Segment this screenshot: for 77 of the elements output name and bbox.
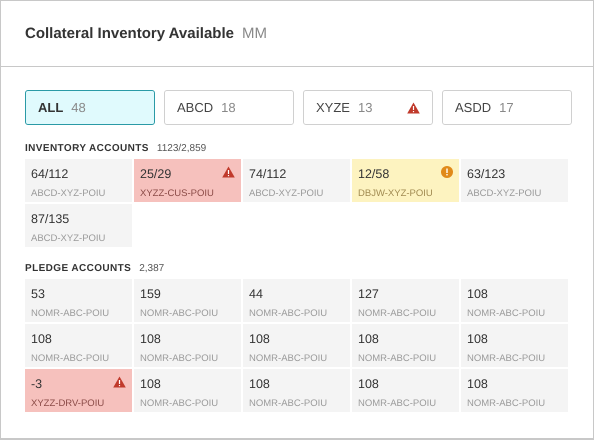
account-tile[interactable]: 108 NOMR-ABC-POIU bbox=[134, 324, 241, 367]
warning-icon bbox=[222, 166, 235, 178]
account-tile[interactable]: 108 NOMR-ABC-POIU bbox=[461, 279, 568, 322]
account-code: NOMR-ABC-POIU bbox=[467, 398, 546, 409]
section-count: 2,387 bbox=[139, 263, 164, 274]
tile-value: 108 bbox=[467, 332, 488, 346]
tile-value: 159 bbox=[140, 287, 161, 301]
tile-value: 25/29 bbox=[140, 167, 172, 181]
tile-value: 64/112 bbox=[31, 167, 68, 181]
account-tile[interactable]: 127 NOMR-ABC-POIU bbox=[352, 279, 459, 322]
account-tile[interactable]: 63/123 ABCD-XYZ-POIU bbox=[461, 159, 568, 202]
account-tile[interactable]: 108 NOMR-ABC-POIU bbox=[352, 369, 459, 412]
account-code: XYZZ-CUS-POIU bbox=[140, 188, 214, 199]
filter-tab[interactable]: ALL 48 bbox=[25, 90, 155, 125]
tile-value: 108 bbox=[467, 287, 488, 301]
filter-tab[interactable]: ABCD 18 bbox=[164, 90, 294, 125]
account-code: NOMR-ABC-POIU bbox=[467, 353, 546, 364]
panel-title: Collateral Inventory Available bbox=[25, 25, 234, 42]
account-tile[interactable]: 53 NOMR-ABC-POIU bbox=[25, 279, 132, 322]
account-code: ABCD-XYZ-POIU bbox=[31, 188, 106, 199]
tile-value: 108 bbox=[249, 377, 270, 391]
account-tile[interactable]: 64/112 ABCD-XYZ-POIU bbox=[25, 159, 132, 202]
account-code: ABCD-XYZ-POIU bbox=[249, 188, 324, 199]
tile-value: 108 bbox=[358, 377, 379, 391]
account-tile[interactable]: 108 NOMR-ABC-POIU bbox=[243, 324, 350, 367]
account-tile[interactable]: 25/29 XYZZ-CUS-POIU bbox=[134, 159, 241, 202]
account-code: DBJW-XYZ-POIU bbox=[358, 188, 433, 199]
account-tile[interactable]: 108 NOMR-ABC-POIU bbox=[461, 324, 568, 367]
account-code: NOMR-ABC-POIU bbox=[140, 353, 218, 364]
tile-value: 108 bbox=[249, 332, 270, 346]
warning-icon bbox=[113, 376, 126, 388]
tile-value: -3 bbox=[31, 377, 42, 391]
exclamation-icon bbox=[441, 166, 453, 178]
account-code: NOMR-ABC-POIU bbox=[358, 398, 436, 409]
filter-tab[interactable]: XYZE 13 bbox=[303, 90, 433, 125]
section-title: PLEDGE ACCOUNTS bbox=[25, 263, 132, 274]
account-tile[interactable]: 12/58 DBJW-XYZ-POIU bbox=[352, 159, 459, 202]
account-tile[interactable]: -3 XYZZ-DRV-POIU bbox=[25, 369, 132, 412]
tile-value: 127 bbox=[358, 287, 379, 301]
tile-value: 74/112 bbox=[249, 167, 286, 181]
account-tile[interactable]: 87/135 ABCD-XYZ-POIU bbox=[25, 204, 132, 247]
account-code: NOMR-ABC-POIU bbox=[249, 353, 328, 364]
account-code: ABCD-XYZ-POIU bbox=[31, 233, 106, 244]
account-code: NOMR-ABC-POIU bbox=[140, 398, 218, 409]
account-tile[interactable]: 159 NOMR-ABC-POIU bbox=[134, 279, 241, 322]
unit-label: MM bbox=[242, 25, 267, 42]
account-tile[interactable]: 108 NOMR-ABC-POIU bbox=[134, 369, 241, 412]
account-tile[interactable]: 108 NOMR-ABC-POIU bbox=[461, 369, 568, 412]
filter-tab[interactable]: ASDD 17 bbox=[442, 90, 572, 125]
section-title: INVENTORY ACCOUNTS bbox=[25, 143, 149, 154]
section-count: 1123/2,859 bbox=[156, 143, 206, 154]
tile-value: 108 bbox=[358, 332, 379, 346]
tile-value: 53 bbox=[31, 287, 45, 301]
warning-icon bbox=[407, 102, 420, 114]
account-tile[interactable]: 74/112 ABCD-XYZ-POIU bbox=[243, 159, 350, 202]
tile-value: 63/123 bbox=[467, 167, 506, 181]
account-tile[interactable]: 108 NOMR-ABC-POIU bbox=[243, 369, 350, 412]
account-code: NOMR-ABC-POIU bbox=[31, 308, 110, 319]
tile-value: 87/135 bbox=[31, 212, 70, 226]
tile-value: 12/58 bbox=[358, 167, 390, 181]
tile-value: 108 bbox=[31, 332, 52, 346]
tile-value: 44 bbox=[249, 287, 263, 301]
account-code: NOMR-ABC-POIU bbox=[140, 308, 218, 319]
account-tile[interactable]: 44 NOMR-ABC-POIU bbox=[243, 279, 350, 322]
account-code: NOMR-ABC-POIU bbox=[358, 353, 436, 364]
account-code: ABCD-XYZ-POIU bbox=[467, 188, 542, 199]
tile-value: 108 bbox=[467, 377, 488, 391]
account-code: NOMR-ABC-POIU bbox=[467, 308, 546, 319]
account-code: NOMR-ABC-POIU bbox=[358, 308, 436, 319]
account-code: XYZZ-DRV-POIU bbox=[31, 398, 104, 409]
account-tile[interactable]: 108 NOMR-ABC-POIU bbox=[25, 324, 132, 367]
account-code: NOMR-ABC-POIU bbox=[249, 398, 328, 409]
tile-value: 108 bbox=[140, 377, 161, 391]
tile-value: 108 bbox=[140, 332, 161, 346]
account-code: NOMR-ABC-POIU bbox=[31, 353, 110, 364]
account-tile[interactable]: 108 NOMR-ABC-POIU bbox=[352, 324, 459, 367]
account-code: NOMR-ABC-POIU bbox=[249, 308, 328, 319]
